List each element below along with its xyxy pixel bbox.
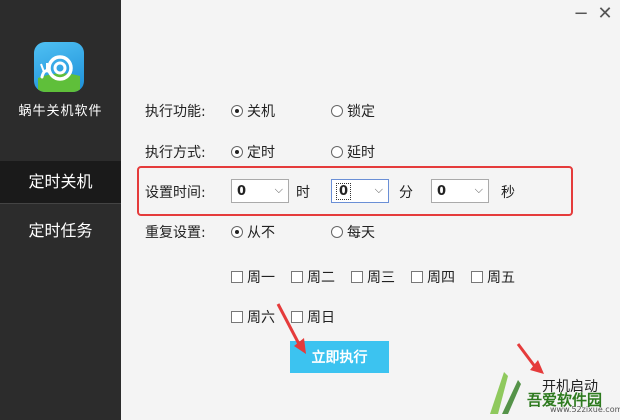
- hour-select[interactable]: 0 ⌵: [231, 179, 289, 203]
- radio-selected-icon: [231, 226, 243, 238]
- minimize-button[interactable]: −: [571, 4, 591, 24]
- radio-lock[interactable]: 锁定: [331, 101, 375, 121]
- radio-unselected-icon: [331, 146, 343, 158]
- radio-delay[interactable]: 延时: [331, 142, 375, 162]
- hour-unit: 时: [296, 185, 310, 201]
- watermark-url: www.52zixue.com: [550, 405, 620, 414]
- checkbox-icon: [471, 271, 483, 283]
- checkbox-wednesday[interactable]: 周三: [351, 267, 395, 287]
- radio-unselected-icon: [331, 226, 343, 238]
- time-label: 设置时间:: [145, 185, 206, 201]
- nav-item-scheduled-tasks[interactable]: 定时任务: [0, 210, 121, 252]
- second-select[interactable]: 0 ⌵: [431, 179, 489, 203]
- second-unit: 秒: [501, 185, 515, 201]
- repeat-label: 重复设置:: [145, 225, 206, 241]
- checkbox-icon: [351, 271, 363, 283]
- app-name: 蜗牛关机软件: [18, 104, 103, 119]
- minute-unit: 分: [399, 185, 413, 201]
- chevron-down-icon: ⌵: [474, 183, 483, 196]
- checkbox-monday[interactable]: 周一: [231, 267, 275, 287]
- arrow-annotation-icon: [276, 303, 306, 354]
- chevron-down-icon: ⌵: [274, 183, 283, 196]
- checkbox-icon: [231, 311, 243, 323]
- checkbox-tuesday[interactable]: 周二: [291, 267, 335, 287]
- function-label: 执行功能:: [145, 104, 206, 120]
- sidebar: 蜗牛关机软件 定时关机 定时任务: [0, 0, 121, 420]
- nav-divider: [0, 203, 121, 204]
- close-button[interactable]: ✕: [595, 4, 615, 24]
- checkbox-icon: [291, 271, 303, 283]
- checkbox-friday[interactable]: 周五: [471, 267, 515, 287]
- chevron-down-icon: ⌵: [374, 183, 383, 196]
- radio-never[interactable]: 从不: [231, 222, 275, 242]
- checkbox-saturday[interactable]: 周六: [231, 307, 275, 327]
- radio-unselected-icon: [331, 105, 343, 117]
- nav-item-scheduled-shutdown[interactable]: 定时关机: [0, 161, 121, 203]
- radio-scheduled[interactable]: 定时: [231, 142, 275, 162]
- watermark-logo-icon: [490, 372, 521, 414]
- radio-selected-icon: [231, 146, 243, 158]
- mode-label: 执行方式:: [145, 145, 206, 161]
- snail-logo-icon: [34, 42, 84, 92]
- radio-shutdown[interactable]: 关机: [231, 101, 275, 121]
- checkbox-icon: [411, 271, 423, 283]
- radio-selected-icon: [231, 105, 243, 117]
- checkbox-icon: [231, 271, 243, 283]
- checkbox-thursday[interactable]: 周四: [411, 267, 455, 287]
- minute-select[interactable]: 0 ⌵: [331, 179, 389, 203]
- radio-daily[interactable]: 每天: [331, 222, 375, 242]
